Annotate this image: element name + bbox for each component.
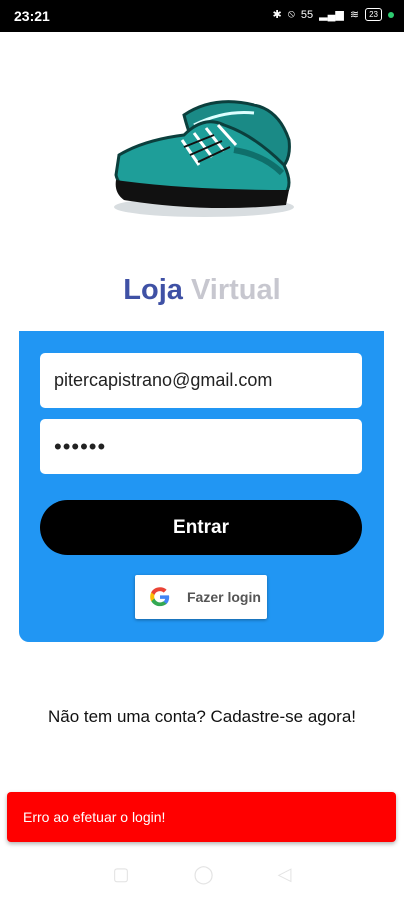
recent-apps-icon[interactable]: ▢ <box>112 864 129 885</box>
status-time: 23:21 <box>14 8 50 24</box>
wifi-icon: ≋ <box>349 9 360 21</box>
signal-label: 55 <box>300 8 314 21</box>
signup-link[interactable]: Não tem uma conta? Cadastre-se agora! <box>0 707 404 727</box>
system-nav-bar: ▢ ◯ ◁ <box>0 850 404 899</box>
status-bar: 23:21 ✱ ⦸ 55 ▂▄▆ ≋ 23 <box>0 0 404 32</box>
google-login-button[interactable]: Fazer login <box>135 575 267 619</box>
privacy-dot-icon <box>388 11 394 18</box>
bluetooth-icon: ✱ <box>272 9 282 21</box>
mute-icon: ⦸ <box>287 8 295 20</box>
error-toast: Erro ao efetuar o login! <box>7 792 396 842</box>
status-icons: ✱ ⦸ 55 ▂▄▆ ≋ 23 <box>272 8 394 21</box>
login-card: pitercapistrano@gmail.com •••••• Entrar … <box>19 331 384 642</box>
brand-part1: Loja <box>123 274 183 306</box>
login-button[interactable]: Entrar <box>40 500 362 555</box>
email-field[interactable]: pitercapistrano@gmail.com <box>40 353 362 408</box>
back-icon[interactable]: ◁ <box>278 864 292 885</box>
battery-icon: 23 <box>365 8 382 21</box>
brand-part2: Virtual <box>190 274 281 306</box>
brand-title: Loja Virtual <box>0 274 404 307</box>
home-icon[interactable]: ◯ <box>194 864 214 885</box>
sneaker-logo-icon <box>114 100 294 217</box>
google-icon <box>150 587 170 607</box>
signal-icon: ▂▄▆ <box>319 9 344 21</box>
google-login-label: Fazer login <box>187 589 261 605</box>
password-field[interactable]: •••••• <box>40 419 362 474</box>
